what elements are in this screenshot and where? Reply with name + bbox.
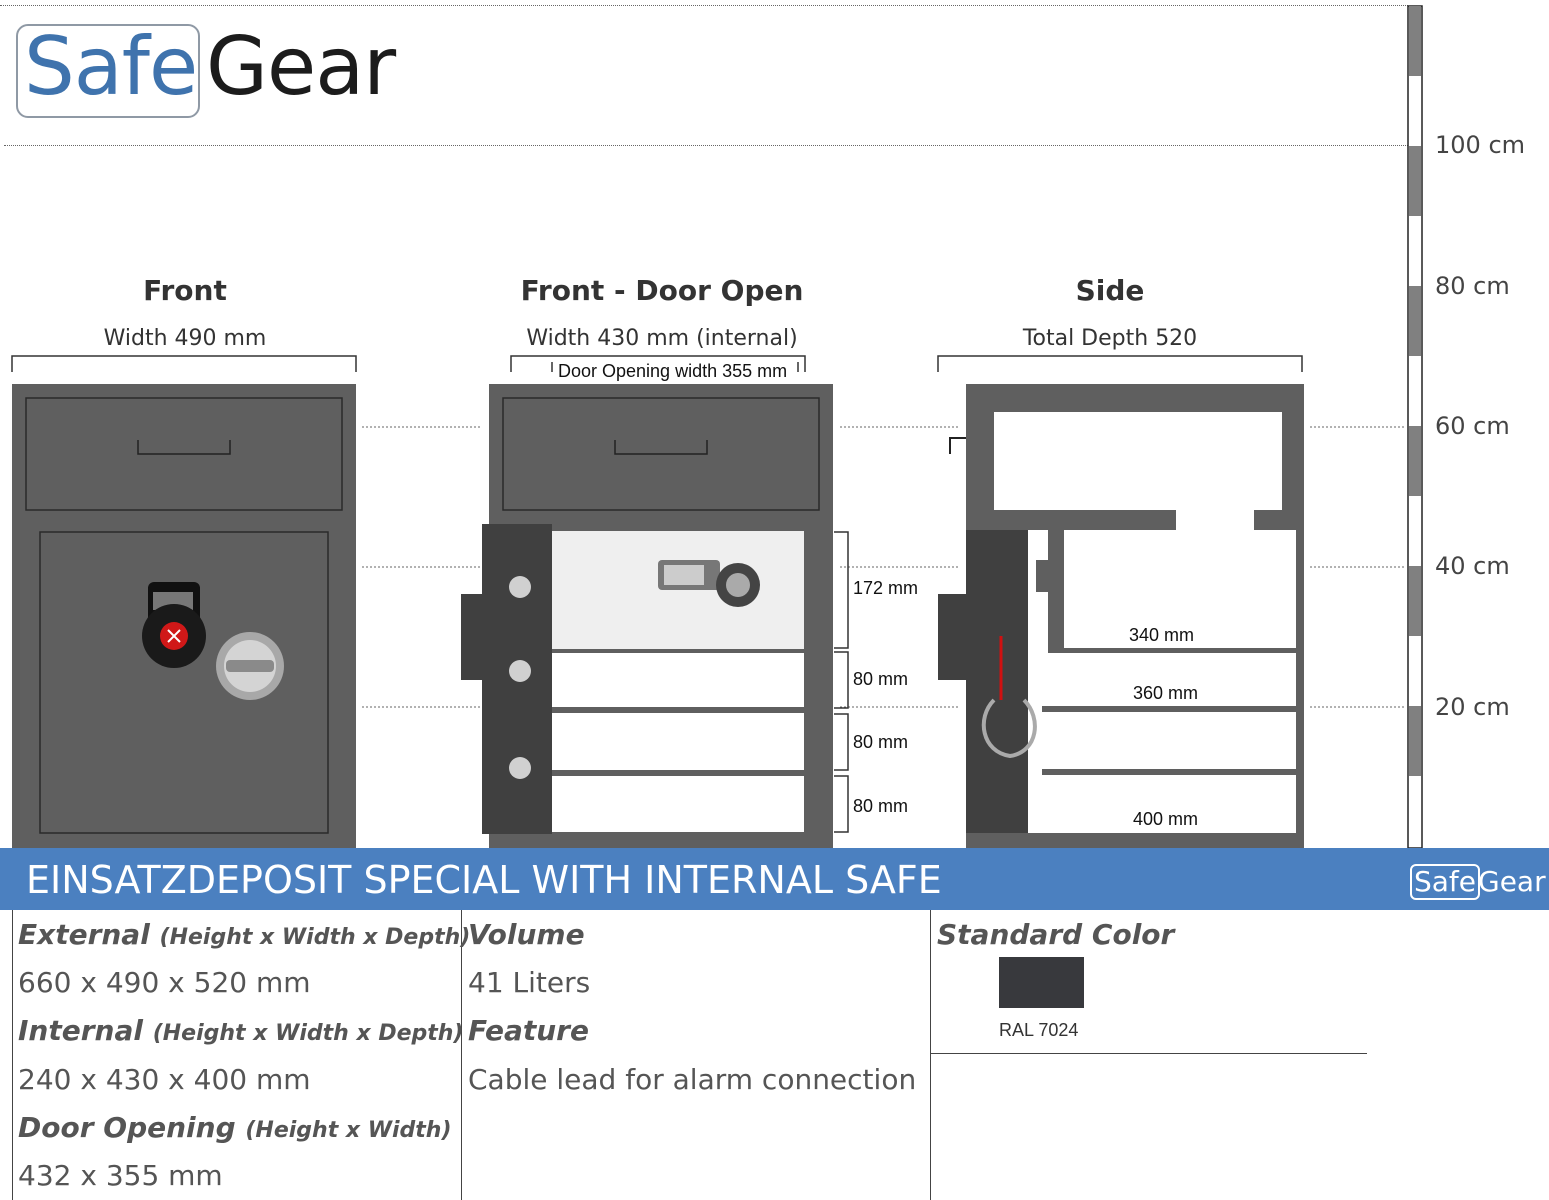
spec-volume-value: 41 Liters [468,966,591,999]
dim-label: 400 mm [1133,809,1199,829]
spec-external-value: 660 x 490 x 520 mm [18,966,311,999]
dim-label: 360 mm [1133,683,1199,703]
width-bracket-front [11,355,357,372]
product-title: EINSATZDEPOSIT SPECIAL WITH INTERNAL SAF… [26,858,942,902]
side-view [938,384,1304,848]
scale-label: 20 cm [1435,693,1510,721]
table-border-left [12,910,13,1200]
depth-bracket-side [937,355,1303,372]
dim-label: 340 mm [1129,625,1195,645]
spec-internal-note: (Height x Width x Depth) [152,1021,464,1046]
color-cell-underline [930,1053,1367,1054]
spec-feature-label: Feature [468,1014,589,1047]
table-divider [461,910,462,1200]
dim-label: 172 mm [853,578,919,598]
spec-internal-heading: Internal (Height x Width x Depth) [18,1014,464,1047]
deposit-chamber [994,412,1282,510]
spec-external-label: External [18,918,150,951]
spec-volume-label: Volume [468,918,585,951]
spec-door-note: (Height x Width) [245,1118,452,1143]
scale-label: 100 cm [1435,131,1526,159]
scale-label: 80 cm [1435,272,1510,300]
table-divider [930,910,931,1200]
color-swatch [999,957,1084,1008]
dim-label: 80 mm [853,796,909,816]
spec-door-heading: Door Opening (Height x Width) [18,1111,452,1144]
spec-color-label: Standard Color [937,918,1175,951]
spec-feature-value: Cable lead for alarm connection [468,1063,917,1096]
spec-door-label: Door Opening [18,1111,236,1144]
banner-logo-gear: Gear [1478,865,1546,898]
scale-label: 60 cm [1435,412,1510,440]
dim-label: 80 mm [853,732,909,752]
spec-door-value: 432 x 355 mm [18,1159,223,1192]
spec-internal-value: 240 x 430 x 400 mm [18,1063,311,1096]
scale-label: 40 cm [1435,552,1510,580]
banner-logo-safe: Safe [1410,864,1481,900]
safe-door [39,531,329,834]
front-view [12,384,356,848]
spec-external-heading: External (Height x Width x Depth) [18,918,470,951]
height-scale-bar [1407,5,1423,848]
safe-diagram [11,5,1423,848]
front-open-view [461,384,849,848]
dim-label: 80 mm [853,669,909,689]
door-opening-note: Door Opening width 355 mm [558,361,788,381]
spec-external-note: (Height x Width x Depth) [159,925,471,950]
spec-internal-label: Internal [18,1014,143,1047]
spec-color-name: RAL 7024 [999,1020,1079,1040]
